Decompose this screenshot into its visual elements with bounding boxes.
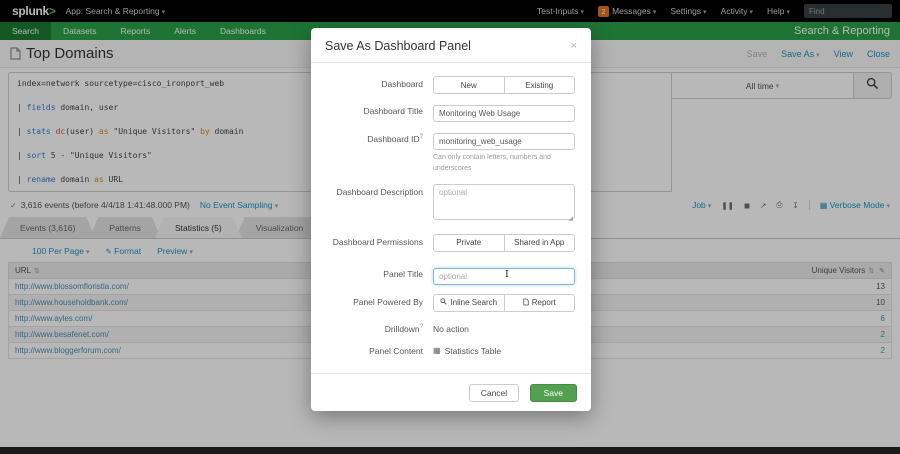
- close-icon[interactable]: ×: [571, 40, 577, 52]
- save-button[interactable]: Save: [529, 383, 577, 402]
- modal-footer: Cancel Save: [311, 372, 591, 411]
- dashboard-description-input[interactable]: [433, 183, 575, 220]
- dashboard-field-row: Dashboard New Existing: [327, 76, 575, 94]
- powered-by-toggle: Inline Search Report: [433, 293, 575, 312]
- panel-content-row: Panel Content ▦ Statistics Table: [327, 343, 575, 356]
- panel-content-value: ▦ Statistics Table: [433, 345, 502, 356]
- dashboard-label: Dashboard: [381, 79, 423, 89]
- help-tooltip-icon: ?: [419, 323, 423, 330]
- resize-grip-icon[interactable]: ◢: [568, 215, 573, 222]
- drilldown-value: No action: [433, 323, 469, 334]
- new-button[interactable]: New: [433, 76, 505, 94]
- report-button[interactable]: Report: [503, 293, 575, 312]
- dashboard-title-label: Dashboard Title: [363, 106, 423, 116]
- drilldown-row: Drilldown? No action: [327, 321, 575, 334]
- dashboard-description-row: Dashboard Description ◢: [327, 183, 575, 225]
- panel-title-row: Panel Title I: [327, 266, 575, 285]
- panel-title-label: Panel Title: [383, 268, 423, 279]
- panel-powered-by-label: Panel Powered By: [353, 296, 423, 307]
- modal-title: Save As Dashboard Panel: [325, 39, 471, 53]
- panel-title-input[interactable]: [433, 267, 575, 285]
- dashboard-id-input[interactable]: [433, 133, 575, 150]
- dashboard-id-help: Can only contain letters, numbers and und…: [433, 154, 551, 172]
- bottom-strip: [0, 447, 900, 454]
- save-as-dashboard-panel-dialog: Save As Dashboard Panel × Dashboard New …: [311, 28, 591, 411]
- dashboard-title-input[interactable]: [433, 105, 575, 122]
- search-icon: [440, 298, 447, 307]
- panel-powered-by-row: Panel Powered By Inline Search Report: [327, 293, 575, 312]
- dashboard-id-row: Dashboard ID? Can only contain letters, …: [327, 131, 575, 175]
- help-tooltip-icon: ?: [419, 134, 423, 141]
- shared-in-app-button[interactable]: Shared in App: [503, 233, 575, 252]
- inline-search-button[interactable]: Inline Search: [433, 293, 505, 312]
- report-icon: [523, 298, 529, 308]
- dashboard-toggle: New Existing: [433, 76, 575, 94]
- dashboard-permissions-label: Dashboard Permissions: [332, 236, 423, 247]
- permissions-toggle: Private Shared in App: [433, 233, 575, 252]
- dashboard-permissions-row: Dashboard Permissions Private Shared in …: [327, 233, 575, 252]
- cancel-button[interactable]: Cancel: [468, 383, 520, 402]
- modal-header: Save As Dashboard Panel ×: [311, 28, 591, 63]
- dashboard-title-row: Dashboard Title: [327, 103, 575, 122]
- drilldown-label: Drilldown?: [384, 323, 423, 334]
- dashboard-description-label: Dashboard Description: [336, 186, 423, 197]
- dashboard-id-label: Dashboard ID?: [367, 134, 423, 144]
- modal-body: Dashboard New Existing Dashboard Title D…: [311, 63, 591, 373]
- statistics-table-icon: ▦: [433, 346, 441, 356]
- existing-button[interactable]: Existing: [503, 76, 575, 94]
- private-button[interactable]: Private: [433, 233, 505, 252]
- panel-content-label: Panel Content: [369, 345, 423, 356]
